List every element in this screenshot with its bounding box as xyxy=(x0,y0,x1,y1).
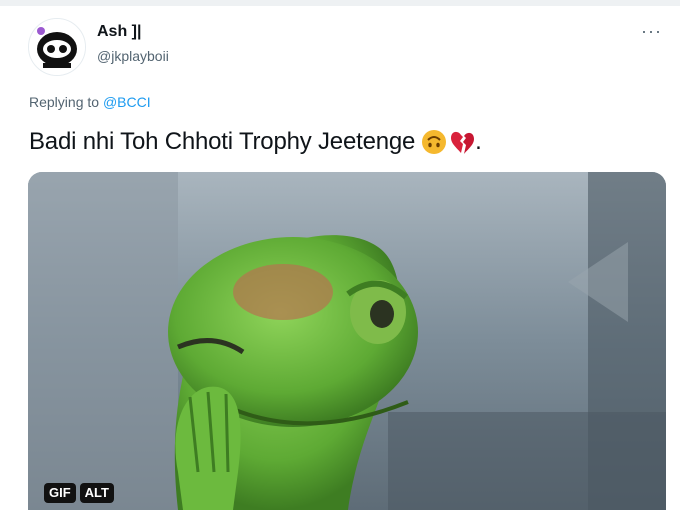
upside-down-face-icon xyxy=(421,129,447,155)
display-name[interactable]: Ash ]| xyxy=(97,23,141,41)
tweet-end-punct: . xyxy=(475,128,482,155)
replying-to-label: Replying to xyxy=(29,94,100,110)
robot-avatar-icon xyxy=(29,19,85,75)
broken-heart-icon xyxy=(449,129,475,155)
avatar[interactable] xyxy=(28,18,86,76)
alt-badge[interactable]: ALT xyxy=(79,483,114,503)
replying-to: Replying to @BCCI xyxy=(29,94,151,110)
tweet-text: Badi nhi Toh Chhoti Trophy Jeetenge . xyxy=(29,128,482,156)
mention-link[interactable]: @BCCI xyxy=(103,94,151,110)
user-handle[interactable]: @jkplayboii xyxy=(97,48,169,64)
gif-media[interactable] xyxy=(28,172,666,510)
tweet-body: Badi nhi Toh Chhoti Trophy Jeetenge xyxy=(29,128,416,155)
gif-badge[interactable]: GIF xyxy=(44,483,76,503)
media-badges: GIF ALT xyxy=(44,483,114,503)
gecko-gif-image xyxy=(28,172,666,510)
more-options-icon[interactable]: ··· xyxy=(641,22,662,40)
top-divider xyxy=(0,0,680,6)
